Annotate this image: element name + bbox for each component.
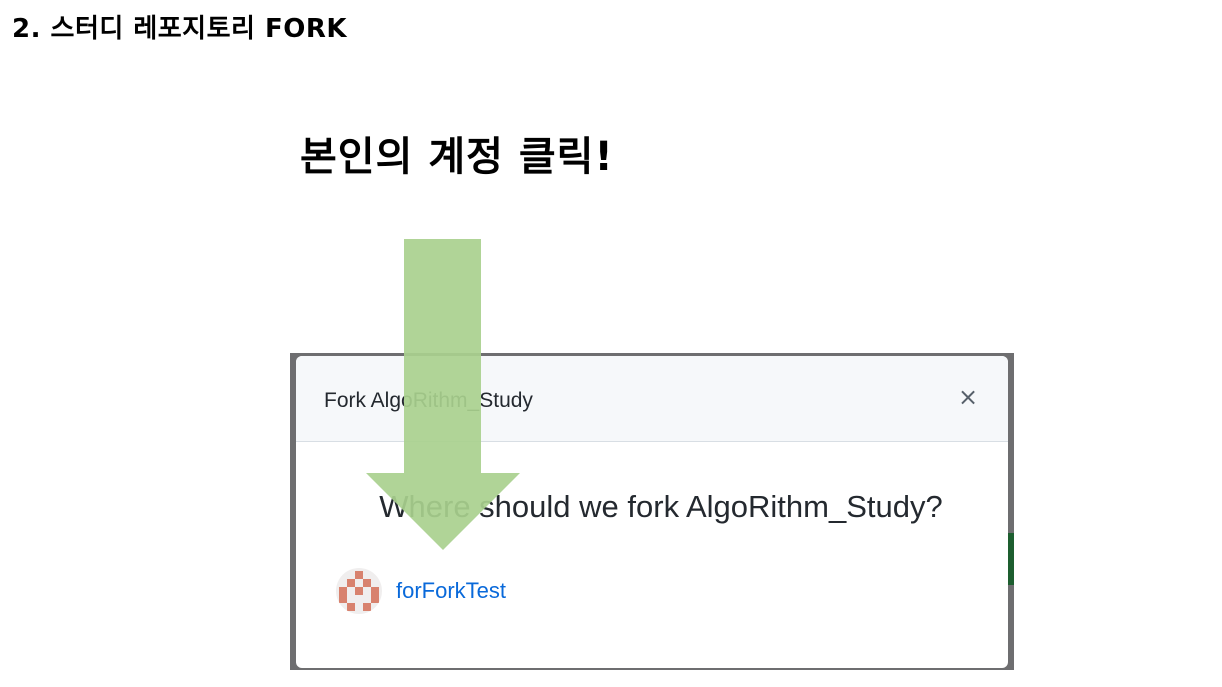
- fork-dialog: Fork AlgoRithm_Study × Where should we f…: [296, 356, 1008, 668]
- account-option[interactable]: forForkTest: [336, 568, 506, 614]
- dialog-header: Fork AlgoRithm_Study ×: [296, 356, 1008, 442]
- section-title: 2. 스터디 레포지토리 FORK: [12, 14, 348, 44]
- identicon-pattern: [339, 571, 379, 611]
- fork-question: Where should we fork AlgoRithm_Study?: [379, 489, 943, 524]
- screenshot-frame: Fork AlgoRithm_Study × Where should we f…: [290, 353, 1014, 670]
- account-name-link[interactable]: forForkTest: [396, 578, 506, 604]
- close-icon[interactable]: ×: [956, 382, 980, 412]
- identicon-avatar-icon: [336, 568, 382, 614]
- instruction-text: 본인의 계정 클릭!: [300, 134, 614, 180]
- dialog-title: Fork AlgoRithm_Study: [324, 389, 533, 412]
- background-accent: [1008, 533, 1014, 585]
- tutorial-slide: 2. 스터디 레포지토리 FORK 본인의 계정 클릭! Fork AlgoRi…: [0, 0, 1222, 687]
